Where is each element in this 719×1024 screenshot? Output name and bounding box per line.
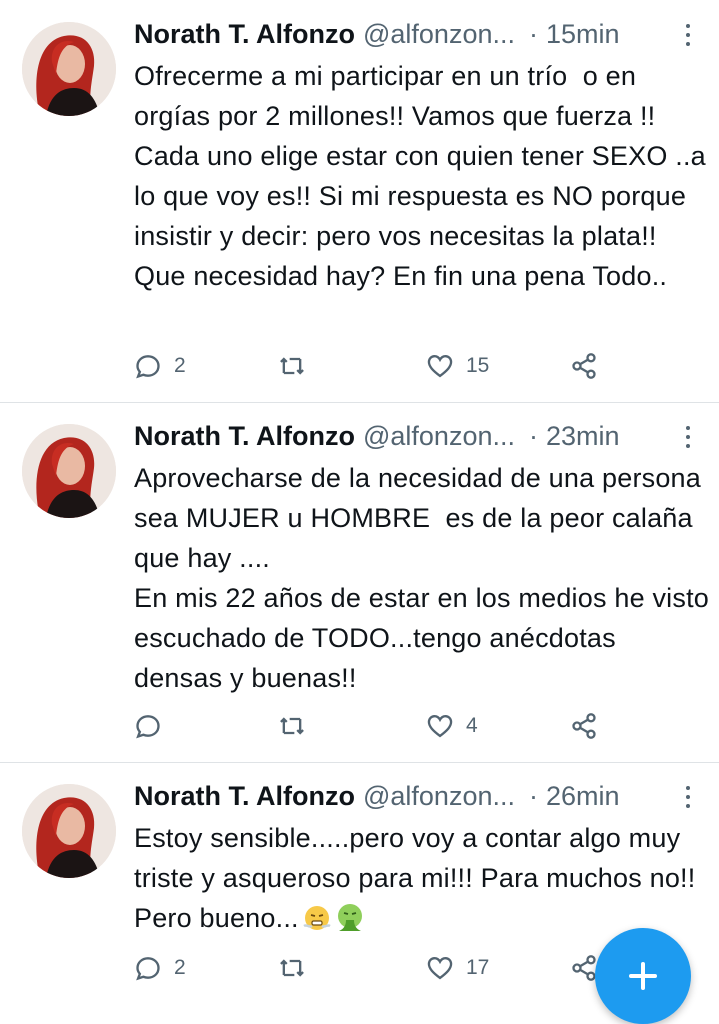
- author-handle[interactable]: @alfonzon...: [363, 778, 515, 814]
- retweet-icon: [280, 959, 304, 977]
- like-count: 17: [466, 956, 490, 979]
- separator-dot: ·: [528, 421, 538, 451]
- reply-count: 2: [174, 956, 186, 979]
- more-vertical-icon[interactable]: [683, 786, 693, 812]
- reply-button[interactable]: 2: [134, 350, 186, 382]
- heart-icon: [427, 715, 453, 738]
- retweet-button[interactable]: [278, 710, 318, 742]
- tweet-actions: 2 15: [134, 350, 614, 382]
- retweet-button[interactable]: [278, 952, 318, 984]
- timestamp[interactable]: 23min: [546, 418, 620, 454]
- timestamp[interactable]: 26min: [546, 778, 620, 814]
- share-button[interactable]: [570, 350, 598, 382]
- more-vertical-icon[interactable]: [683, 426, 693, 452]
- like-count: 15: [466, 354, 490, 377]
- timestamp[interactable]: 15min: [546, 16, 620, 52]
- avatar-photo: [22, 784, 116, 878]
- tweet-text: Ofrecerme a mi participar en un trío o e…: [134, 61, 714, 291]
- share-icon: [572, 353, 596, 379]
- reply-button[interactable]: [134, 710, 174, 742]
- avatar-photo: [22, 424, 116, 518]
- tweet[interactable]: Norath T. Alfonzo @alfonzon... · 15min O…: [0, 0, 719, 403]
- tweet-body: Estoy sensible.....pero voy a contar alg…: [134, 818, 709, 938]
- tweet[interactable]: Norath T. Alfonzo @alfonzon... · 23min A…: [0, 402, 719, 763]
- separator-dot: ·: [528, 781, 538, 811]
- face-with-steam-icon: [303, 906, 331, 930]
- avatar[interactable]: [22, 784, 116, 878]
- share-button[interactable]: [570, 952, 598, 984]
- reply-button[interactable]: 2: [134, 952, 186, 984]
- avatar[interactable]: [22, 22, 116, 116]
- author-handle[interactable]: @alfonzon...: [363, 16, 515, 52]
- tweet-text: Estoy sensible.....pero voy a contar alg…: [134, 823, 704, 933]
- share-button[interactable]: [570, 710, 598, 742]
- like-button[interactable]: 15: [426, 350, 489, 382]
- tweet-actions: 4: [134, 710, 614, 742]
- reply-icon: [136, 715, 160, 739]
- reply-count: 2: [174, 354, 186, 377]
- vomiting-face-icon: [337, 904, 362, 931]
- author-name[interactable]: Norath T. Alfonzo: [134, 778, 355, 814]
- share-icon: [572, 713, 596, 739]
- retweet-button[interactable]: [278, 350, 318, 382]
- more-vertical-icon[interactable]: [683, 24, 693, 50]
- author-name[interactable]: Norath T. Alfonzo: [134, 418, 355, 454]
- reply-icon: [136, 355, 160, 379]
- separator-dot: ·: [528, 19, 538, 49]
- heart-icon: [427, 355, 453, 378]
- like-button[interactable]: 4: [426, 710, 478, 742]
- avatar-photo: [22, 22, 116, 116]
- retweet-icon: [280, 357, 304, 375]
- tweet-text: Aprovecharse de la necesidad de una pers…: [134, 463, 710, 693]
- heart-icon: [427, 957, 453, 980]
- retweet-icon: [280, 717, 304, 735]
- avatar[interactable]: [22, 424, 116, 518]
- like-button[interactable]: 17: [426, 952, 489, 984]
- share-icon: [572, 955, 596, 981]
- like-count: 4: [466, 714, 478, 737]
- compose-tweet-button[interactable]: [595, 928, 691, 1024]
- author-name[interactable]: Norath T. Alfonzo: [134, 16, 355, 52]
- tweet-actions: 2 17: [134, 952, 614, 984]
- reply-icon: [136, 957, 160, 981]
- author-handle[interactable]: @alfonzon...: [363, 418, 515, 454]
